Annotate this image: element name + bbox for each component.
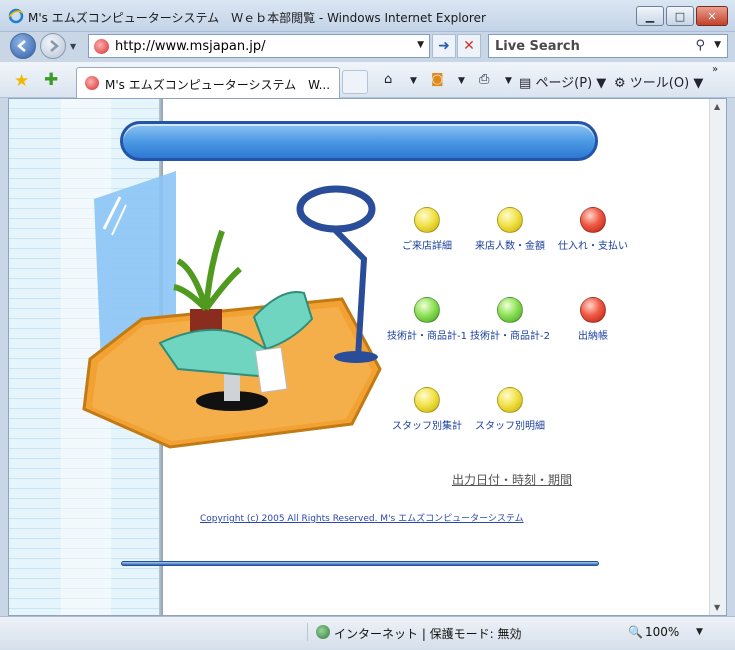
- menu-item-staff-detail[interactable]: スタッフ別明細: [465, 387, 555, 432]
- scroll-down-icon[interactable]: ▼: [714, 603, 720, 612]
- address-dropdown-icon[interactable]: ▼: [417, 40, 424, 50]
- menu-item-label[interactable]: 来店人数・金額: [465, 237, 555, 252]
- go-button[interactable]: ➜: [432, 34, 456, 58]
- menu-item-tech-product-1[interactable]: 技術計・商品計-1: [382, 297, 472, 342]
- gear-icon: ⚙: [614, 76, 626, 91]
- close-icon: ✕: [707, 9, 717, 23]
- footer-bar: [121, 561, 599, 566]
- site-favicon-icon: [94, 39, 109, 54]
- favorites-star-icon[interactable]: ★: [14, 71, 29, 91]
- feeds-icon[interactable]: ◙: [431, 72, 444, 87]
- page-menu[interactable]: ▤ ページ(P) ▼: [519, 72, 606, 91]
- stop-icon: ✕: [463, 38, 475, 54]
- search-placeholder[interactable]: Live Search: [495, 39, 580, 54]
- menu-item-visitor-count[interactable]: 来店人数・金額: [465, 207, 555, 252]
- go-arrow-icon: ➜: [438, 38, 450, 54]
- status-ball-icon: [580, 207, 606, 233]
- menu-item-label[interactable]: 仕入れ・支払い: [548, 237, 638, 252]
- address-url[interactable]: http://www.msjapan.jp/: [115, 39, 266, 54]
- menu-item-label[interactable]: 出納帳: [548, 327, 638, 342]
- status-ball-icon: [414, 297, 440, 323]
- back-arrow-icon: [17, 40, 26, 52]
- page-menu-label: ページ(P): [535, 76, 593, 91]
- minimize-button[interactable]: ▁: [636, 6, 664, 26]
- search-dropdown-icon[interactable]: ▼: [714, 40, 721, 50]
- search-icon[interactable]: ⚲: [695, 38, 705, 53]
- copyright-link[interactable]: Copyright (c) 2005 All Rights Reserved. …: [200, 511, 524, 524]
- forward-arrow-icon: [50, 40, 59, 52]
- tab-current[interactable]: M's エムズコンピューターシステム W...: [76, 67, 340, 98]
- menu-item-staff-summary[interactable]: スタッフ別集計: [382, 387, 472, 432]
- tab-label: M's エムズコンピューターシステム W...: [105, 78, 331, 92]
- status-ball-icon: [497, 297, 523, 323]
- scroll-up-icon[interactable]: ▲: [714, 102, 720, 111]
- history-dropdown-icon[interactable]: ▼: [70, 42, 76, 51]
- tools-menu-label: ツール(O): [629, 76, 690, 91]
- status-ball-icon: [497, 387, 523, 413]
- title-bar: M's エムズコンピューターシステム Ｗｅｂ本部閲覧 - Windows Int…: [0, 0, 735, 32]
- tab-row: ★ ✚ M's エムズコンピューターシステム W... ⌂ ▼ ◙ ▼ ⎙ ▼ …: [0, 62, 735, 98]
- back-button[interactable]: [10, 33, 36, 59]
- status-segments: [8, 623, 308, 641]
- status-bar: インターネット | 保護モード: 無効 🔍 100% ▼: [0, 616, 735, 650]
- menu-item-label[interactable]: 技術計・商品計-1: [382, 327, 472, 342]
- security-zone[interactable]: インターネット | 保護モード: 無効: [334, 625, 522, 642]
- close-button[interactable]: ✕: [696, 6, 728, 26]
- menu-item-tech-product-2[interactable]: 技術計・商品計-2: [465, 297, 555, 342]
- maximize-button[interactable]: □: [666, 6, 694, 26]
- status-ball-icon: [414, 387, 440, 413]
- print-dropdown-icon[interactable]: ▼: [505, 76, 512, 86]
- zoom-level[interactable]: 100%: [645, 625, 679, 639]
- zoom-dropdown-icon[interactable]: ▼: [696, 627, 703, 637]
- status-ball-icon: [497, 207, 523, 233]
- tab-favicon-icon: [85, 76, 99, 90]
- menu-item-label[interactable]: 技術計・商品計-2: [465, 327, 555, 342]
- ie-logo-icon: [8, 8, 24, 24]
- vertical-scrollbar[interactable]: ▲ ▼: [709, 99, 726, 615]
- salon-illustration: [82, 171, 382, 449]
- tools-menu[interactable]: ⚙ ツール(O) ▼: [614, 72, 703, 91]
- more-chevron-icon[interactable]: »: [712, 64, 718, 75]
- add-favorites-icon[interactable]: ✚: [44, 70, 58, 90]
- stop-button[interactable]: ✕: [457, 34, 481, 58]
- window-title: M's エムズコンピューターシステム Ｗｅｂ本部閲覧 - Windows Int…: [28, 11, 486, 25]
- address-field[interactable]: http://www.msjapan.jp/ ▼: [88, 34, 430, 58]
- zoom-icon[interactable]: 🔍: [628, 625, 643, 639]
- status-ball-icon: [414, 207, 440, 233]
- home-dropdown-icon[interactable]: ▼: [410, 76, 417, 86]
- internet-globe-icon: [316, 625, 330, 639]
- minimize-icon: ▁: [645, 9, 655, 23]
- page-content: ご来店詳細 来店人数・金額 仕入れ・支払い 技術計・商品計-1 技術計・商品計-…: [8, 98, 727, 616]
- output-datetime-link[interactable]: 出力日付・時刻・期間: [452, 471, 572, 488]
- menu-item-label[interactable]: ご来店詳細: [382, 237, 472, 252]
- print-icon[interactable]: ⎙: [479, 72, 489, 87]
- menu-item-cash-book[interactable]: 出納帳: [548, 297, 638, 342]
- page-icon: ▤: [519, 76, 532, 91]
- new-tab-button[interactable]: [342, 70, 368, 94]
- feeds-dropdown-icon[interactable]: ▼: [458, 76, 465, 86]
- status-ball-icon: [580, 297, 606, 323]
- search-box[interactable]: Live Search ⚲ ▼: [488, 34, 728, 58]
- menu-item-label[interactable]: スタッフ別明細: [465, 417, 555, 432]
- address-row: ▼ http://www.msjapan.jp/ ▼ ➜ ✕ Live Sear…: [0, 32, 735, 62]
- menu-item-purchases[interactable]: 仕入れ・支払い: [548, 207, 638, 252]
- menu-item-visit-details[interactable]: ご来店詳細: [382, 207, 472, 252]
- maximize-icon: □: [674, 9, 686, 23]
- menu-item-label[interactable]: スタッフ別集計: [382, 417, 472, 432]
- header-banner: [120, 121, 598, 161]
- home-icon[interactable]: ⌂: [384, 72, 392, 87]
- forward-button[interactable]: [40, 33, 66, 59]
